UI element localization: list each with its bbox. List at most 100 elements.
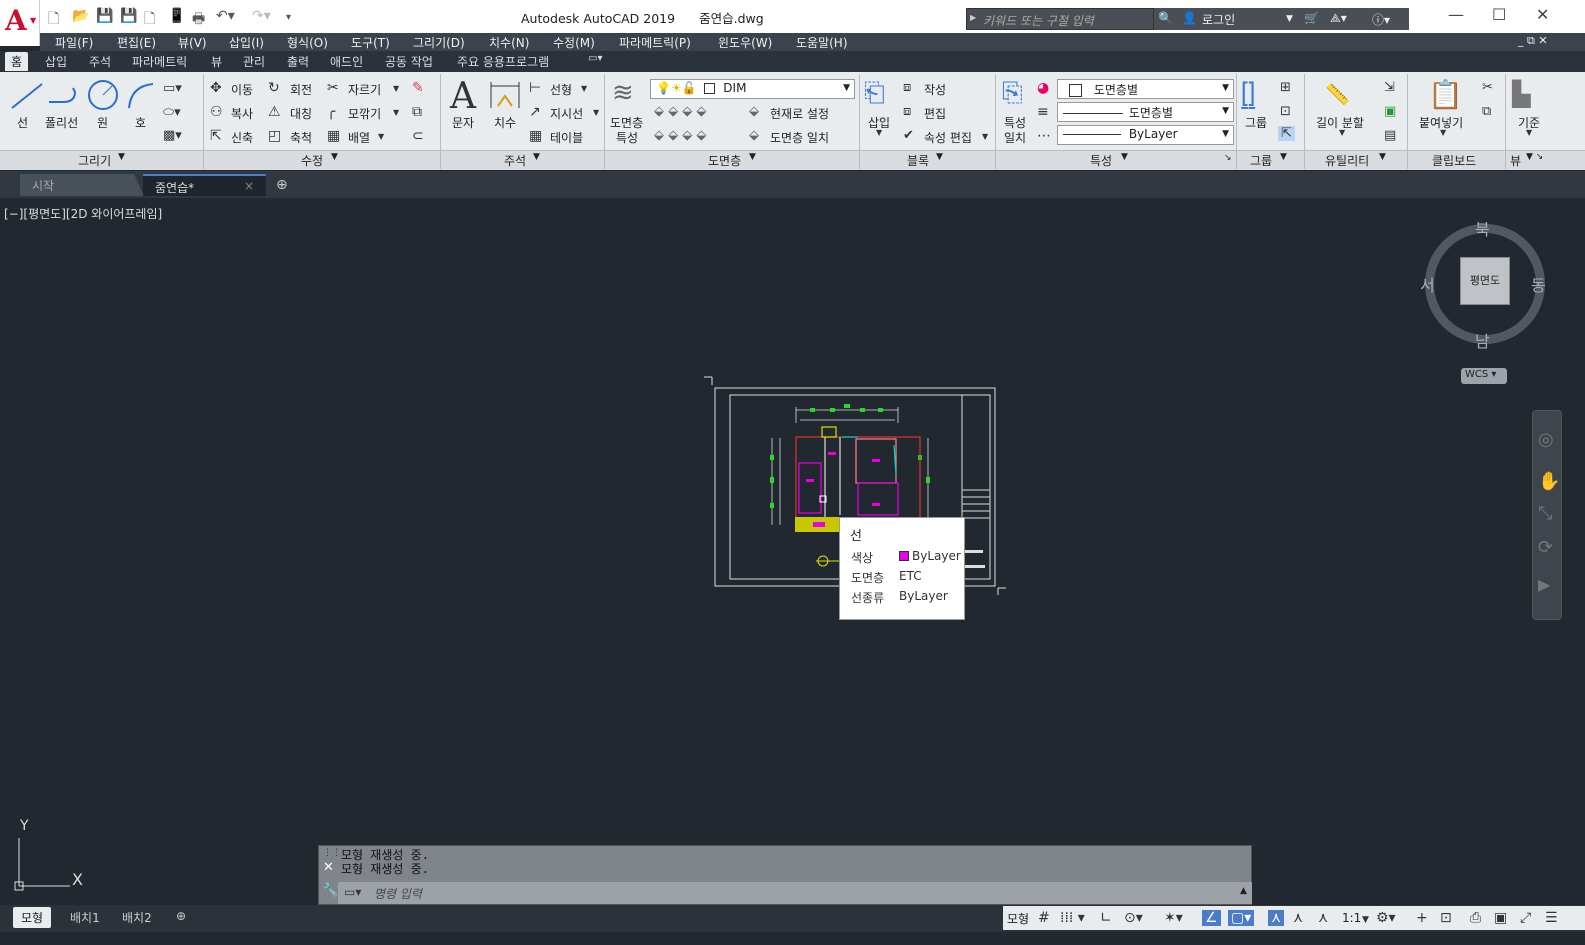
array-button[interactable]: 배열 [348, 129, 370, 146]
menu-file[interactable]: 파일(F) [55, 34, 93, 51]
polyline-button-label[interactable]: 폴리선 [45, 114, 78, 131]
chevron-down-icon[interactable]: ▼ [1286, 14, 1293, 24]
orbit-icon[interactable]: ⟳ [1538, 537, 1553, 558]
color-dropdown[interactable]: 도면층별 ▼ [1057, 79, 1234, 99]
create-block-button[interactable]: 작성 [924, 81, 946, 98]
chevron-down-icon[interactable]: ▼ [749, 152, 756, 162]
redo-icon[interactable]: ↷▾ [252, 8, 271, 24]
chevron-down-icon[interactable]: ▼ [378, 132, 384, 141]
annotation-scale-value[interactable]: 1:1 [1342, 911, 1361, 925]
steering-wheel-icon[interactable]: ◎ [1538, 429, 1554, 450]
chevron-down-icon[interactable]: ▼ [533, 152, 540, 162]
customize-qat-icon[interactable]: ▾ [286, 12, 291, 23]
linear-dimension-icon[interactable]: ⊢ [529, 80, 541, 96]
arc-button-label[interactable]: 호 [135, 114, 146, 131]
line-icon[interactable] [8, 80, 48, 112]
make-current-icon[interactable]: ⬙ [749, 104, 759, 119]
menu-window[interactable]: 윈도우(W) [718, 34, 772, 51]
menu-dimension[interactable]: 치수(N) [489, 34, 529, 51]
tab-output[interactable]: 출력 [287, 53, 309, 70]
tab-home[interactable]: 홈 [5, 52, 29, 71]
dialog-launcher-icon[interactable]: ↘ [1224, 153, 1232, 163]
tab-view[interactable]: 뷰 [211, 53, 222, 70]
edit-attributes-icon[interactable]: ✔ [903, 128, 914, 143]
layout-tab-layout1[interactable]: 배치1 [62, 907, 108, 928]
doc-window-controls[interactable]: _ ⧉ ✕ [1518, 34, 1548, 48]
open-web-icon[interactable]: 🗋 [144, 8, 155, 32]
rectangle-icon[interactable]: ▭▾ [163, 81, 182, 96]
user-icon[interactable]: 👤 [1182, 11, 1197, 25]
chevron-down-icon[interactable]: ▼ [982, 132, 988, 141]
leader-button[interactable]: 지시선 [550, 105, 583, 122]
rotate-button[interactable]: 회전 [290, 81, 312, 98]
grip-handle[interactable]: ⋮⋮ [323, 848, 341, 858]
chevron-down-icon[interactable]: ▼ [1121, 152, 1128, 162]
copy-icon[interactable]: ⚇ [210, 104, 223, 120]
viewcube-face[interactable]: 평면도 [1460, 257, 1510, 305]
ortho-icon[interactable]: ∟ [1100, 910, 1112, 926]
layer-tools-icon[interactable]: ⬙ ⬙ ⬙ ⬙ [654, 104, 706, 119]
save-icon[interactable]: 💾 [96, 8, 113, 24]
match-properties-label-2[interactable]: 일치 [1004, 129, 1026, 146]
circle-button-label[interactable]: 원 [97, 114, 108, 131]
login-button[interactable]: 로그인 [1202, 11, 1235, 28]
chevron-down-icon[interactable]: ▼ [1339, 128, 1345, 137]
groups-panel-title[interactable]: 그룹 [1250, 152, 1272, 169]
gradient-icon[interactable]: ▩▾ [163, 128, 182, 143]
chevron-down-icon[interactable]: ▼ [331, 152, 338, 162]
workspace-gear-icon[interactable]: ⚙▾ [1376, 910, 1396, 926]
view-panel-title[interactable]: 뷰 [1510, 152, 1521, 169]
cart-icon[interactable]: 🛒 [1304, 11, 1319, 25]
close-tab-icon[interactable]: × [244, 179, 254, 193]
fillet-button[interactable]: 모깎기 [348, 105, 381, 122]
make-current-button[interactable]: 현재로 설정 [770, 105, 829, 122]
chevron-down-icon[interactable]: ▼ [593, 108, 599, 117]
chevron-down-icon[interactable]: ▼ [1440, 128, 1446, 137]
table-button[interactable]: 테이블 [550, 129, 583, 146]
viewcube-south[interactable]: 남 [1475, 328, 1490, 352]
layer-state-icon[interactable]: ⬙ ⬙ ⬙ ⬙ [654, 128, 706, 143]
edit-block-icon[interactable]: ⧈ [903, 104, 911, 119]
ribbon-options-icon[interactable]: ▭▾ [588, 53, 602, 64]
tab-addins[interactable]: 애드인 [330, 53, 363, 70]
viewcube-east[interactable]: 동 [1531, 272, 1546, 296]
paste-icon[interactable]: 📋 [1428, 78, 1463, 111]
dimension-button-label[interactable]: 치수 [494, 114, 516, 131]
copy-clip-icon[interactable]: ⧉ [1482, 104, 1491, 119]
tab-current-drawing[interactable]: 줌연습* × [143, 174, 266, 196]
plot-icon[interactable]: 🖶 [192, 8, 205, 32]
move-icon[interactable]: ✥ [210, 80, 222, 96]
menu-parametric[interactable]: 파라메트릭(P) [619, 34, 691, 51]
close-icon[interactable]: ✕ [323, 860, 334, 875]
annotation-monitor-icon[interactable]: + [1416, 910, 1428, 926]
open-file-icon[interactable]: 📂 [72, 8, 89, 24]
new-tab-icon[interactable]: ⊕ [276, 177, 288, 193]
edit-attributes-button[interactable]: 속성 편집 [924, 129, 972, 146]
pan-icon[interactable]: ✋ [1538, 471, 1560, 492]
application-menu-button[interactable]: A ▼ [0, 0, 40, 46]
dimension-icon[interactable] [488, 80, 522, 110]
binoculars-icon[interactable]: 🔍 [1158, 11, 1173, 25]
hardware-acceleration-icon[interactable]: ▣ [1494, 910, 1507, 926]
isolate-objects-icon[interactable]: ⎙ [1470, 910, 1481, 926]
edit-block-button[interactable]: 편집 [924, 105, 946, 122]
grid-icon[interactable]: # [1038, 910, 1050, 926]
model-space-button[interactable]: 모형 [1007, 910, 1029, 927]
text-icon[interactable]: A [450, 76, 476, 117]
array-icon[interactable]: ▦ [327, 128, 340, 144]
layer-dropdown[interactable]: 💡☀🔓 DIM ▼ [650, 79, 855, 99]
snap-icon[interactable]: ⁞⁞⁞ ▾ [1060, 910, 1085, 926]
menu-tools[interactable]: 도구(T) [351, 34, 390, 51]
new-file-icon[interactable]: 🗋 [48, 8, 59, 32]
erase-icon[interactable]: ✎ [412, 80, 424, 96]
linear-button[interactable]: 선형 [550, 81, 572, 98]
clipboard-panel-title[interactable]: 클립보드 [1432, 152, 1476, 169]
polyline-icon[interactable] [45, 82, 81, 110]
tab-insert[interactable]: 삽입 [45, 53, 67, 70]
group-button-label[interactable]: 그룹 [1245, 114, 1267, 131]
create-block-icon[interactable]: ⧈ [903, 80, 911, 95]
mirror-button[interactable]: 대칭 [290, 105, 312, 122]
wcs-menu[interactable]: WCS ▾ [1461, 368, 1507, 384]
menu-view[interactable]: 뷰(V) [178, 34, 207, 51]
chevron-down-icon[interactable]: ▼ [581, 84, 587, 93]
